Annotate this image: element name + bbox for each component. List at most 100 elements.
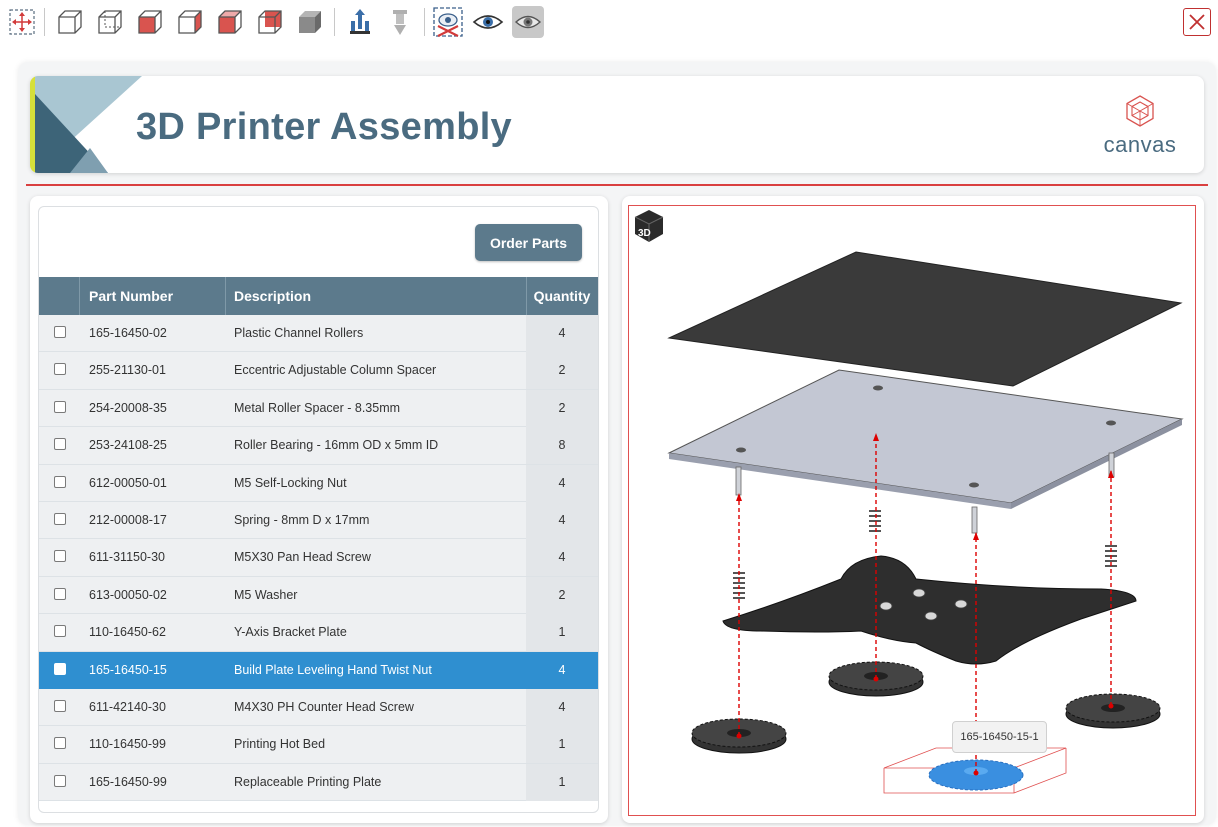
table-row[interactable]: 253-24108-25 Roller Bearing - 16mm OD x 5… (39, 427, 598, 465)
row-checkbox[interactable] (54, 737, 66, 750)
hide-selected-icon (433, 7, 463, 37)
order-parts-button[interactable]: Order Parts (475, 224, 582, 261)
part-number-cell: 165-16450-02 (89, 326, 167, 340)
svg-text:3D: 3D (638, 228, 651, 239)
description-cell: Plastic Channel Rollers (234, 326, 364, 340)
view-top-icon (218, 10, 242, 34)
description-cell: Roller Bearing - 16mm OD x 5mm ID (234, 438, 439, 453)
quantity-cell: 1 (558, 625, 566, 640)
hot-bed-part[interactable] (667, 369, 1184, 504)
3d-viewport[interactable] (628, 205, 1196, 816)
part-number-cell: 253-24108-25 (89, 438, 167, 453)
quantity-cell: 2 (558, 400, 566, 415)
description-cell: M4X30 PH Counter Head Screw (234, 699, 414, 714)
row-checkbox[interactable] (54, 699, 66, 712)
column-header-quantity[interactable]: Quantity (526, 277, 598, 315)
page-title: 3D Printer Assembly (136, 106, 512, 148)
table-row[interactable]: 255-21130-01 Eccentric Adjustable Column … (39, 352, 598, 390)
table-row[interactable]: 611-31150-30 M5X30 Pan Head Screw 4 (39, 539, 598, 577)
toolbar-separator (334, 8, 335, 36)
header-banner: 3D Printer Assembly canvas (30, 76, 1204, 173)
3d-cube-icon: 3D (634, 210, 664, 242)
description-cell: Y-Axis Bracket Plate (234, 625, 347, 640)
show-selected-button[interactable] (472, 6, 504, 38)
description-cell: Eccentric Adjustable Column Spacer (234, 363, 437, 378)
part-number-cell: 611-31150-30 (89, 550, 165, 565)
part-number-cell: 165-16450-15 (89, 662, 167, 677)
table-row[interactable]: 611-42140-30 M4X30 PH Counter Head Screw 4 (39, 688, 598, 727)
quantity-cell: 2 (558, 587, 566, 602)
view-front-icon (98, 10, 122, 34)
row-checkbox[interactable] (54, 550, 66, 563)
screw-part[interactable] (971, 506, 978, 534)
row-checkbox[interactable] (54, 326, 66, 338)
close-icon (1189, 14, 1205, 30)
part-number-cell: 254-20008-35 (89, 400, 167, 415)
hide-selected-button[interactable] (432, 6, 464, 38)
canvas-logo: canvas (1094, 94, 1186, 158)
screw-part[interactable] (735, 466, 742, 496)
part-number-cell: 613-00050-02 (89, 587, 167, 602)
selected-twist-nut[interactable] (883, 747, 1067, 794)
show-all-button[interactable] (512, 6, 544, 38)
y-axis-bracket-plate[interactable] (722, 555, 1137, 665)
view-top-button[interactable] (214, 6, 246, 38)
row-checkbox[interactable] (54, 625, 66, 638)
table-row[interactable]: 165-16450-99 Replaceable Printing Plate 1 (39, 763, 598, 802)
shaded-view-button[interactable] (294, 6, 326, 38)
quantity-cell: 4 (558, 512, 566, 527)
row-checkbox[interactable] (54, 438, 66, 451)
part-number-cell: 612-00050-01 (89, 475, 167, 490)
description-cell: Replaceable Printing Plate (234, 774, 382, 789)
quantity-cell: 4 (558, 550, 566, 565)
row-checkbox[interactable] (54, 587, 66, 600)
table-row[interactable]: 110-16450-99 Printing Hot Bed 1 (39, 726, 598, 764)
explode-icon (350, 9, 370, 34)
collapse-button[interactable] (384, 6, 416, 38)
table-row[interactable]: 110-16450-62 Y-Axis Bracket Plate 1 (39, 614, 598, 652)
part-number-cell: 110-16450-62 (89, 625, 166, 640)
shaded-cube-icon (299, 11, 321, 33)
view-right-button[interactable] (174, 6, 206, 38)
row-checkbox[interactable] (54, 363, 66, 376)
view-iso-button[interactable] (54, 6, 86, 38)
row-checkbox[interactable] (54, 662, 66, 675)
quantity-cell: 4 (558, 699, 566, 714)
quantity-cell: 2 (558, 363, 566, 378)
description-cell: Metal Roller Spacer - 8.35mm (234, 400, 401, 415)
bed-hole (969, 482, 979, 488)
table-row[interactable]: 212-00008-17 Spring - 8mm D x 17mm 4 (39, 501, 598, 540)
close-button[interactable] (1183, 8, 1211, 36)
row-checkbox[interactable] (54, 512, 66, 525)
part-number-cell: 165-16450-99 (89, 774, 167, 789)
twist-nut-part[interactable] (1065, 693, 1161, 729)
explode-button[interactable] (344, 6, 376, 38)
table-row[interactable]: 612-00050-01 M5 Self-Locking Nut 4 (39, 464, 598, 502)
row-checkbox[interactable] (54, 400, 66, 413)
view-left-button[interactable] (134, 6, 166, 38)
column-header-part-number[interactable]: Part Number (89, 277, 173, 315)
parts-table-body: 165-16450-02 Plastic Channel Rollers 4 255-… (39, 315, 598, 802)
quantity-cell: 1 (558, 774, 566, 789)
row-checkbox[interactable] (54, 475, 66, 488)
column-divider (225, 277, 226, 315)
part-number-cell: 212-00008-17 (89, 512, 167, 527)
viewer-toolbar (0, 0, 1218, 46)
printing-plate-part[interactable] (667, 251, 1183, 387)
row-checkbox[interactable] (54, 774, 66, 787)
toolbar-separator (424, 8, 425, 36)
view-front-button[interactable] (94, 6, 126, 38)
fit-view-button[interactable] (6, 6, 38, 38)
toolbar-separator (44, 8, 45, 36)
part-number-cell: 611-42140-30 (89, 699, 166, 714)
table-row[interactable]: 254-20008-35 Metal Roller Spacer - 8.35mm… (39, 389, 598, 428)
part-number-cell: 255-21130-01 (89, 363, 166, 378)
exploded-assembly-model[interactable] (629, 206, 1195, 815)
3d-badge[interactable]: 3D (631, 208, 667, 249)
table-row[interactable]: 165-16450-15 Build Plate Leveling Hand Tw… (39, 651, 598, 689)
column-header-description[interactable]: Description (234, 277, 311, 315)
table-row[interactable]: 165-16450-02 Plastic Channel Rollers 4 (39, 315, 598, 353)
column-divider (79, 277, 80, 315)
table-row[interactable]: 613-00050-02 M5 Washer 2 (39, 576, 598, 615)
view-back-button[interactable] (254, 6, 286, 38)
